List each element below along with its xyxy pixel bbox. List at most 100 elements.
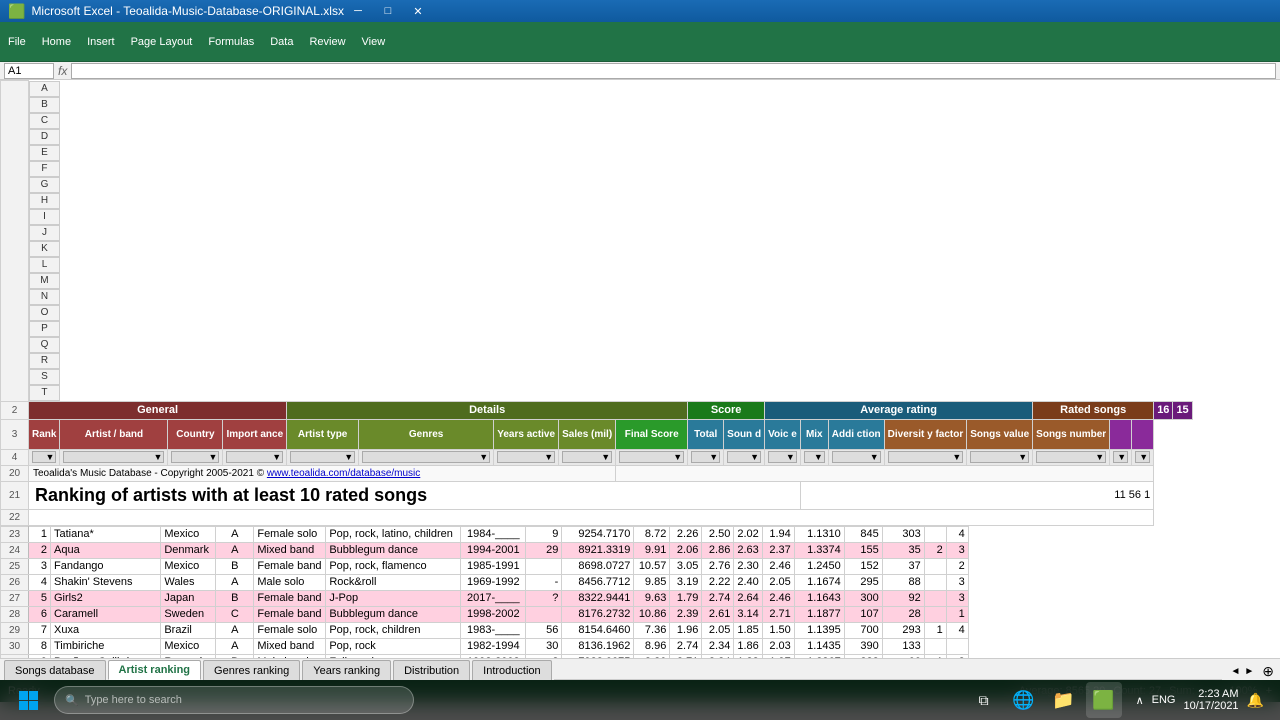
search-icon: 🔍 — [65, 694, 79, 707]
col-f[interactable]: F — [29, 161, 60, 177]
maximize-button[interactable]: □ — [374, 2, 402, 20]
col-p[interactable]: P — [29, 321, 60, 337]
col-h[interactable]: H — [29, 193, 60, 209]
cell: 37 — [882, 558, 924, 574]
filter-total[interactable]: ▼ — [688, 449, 724, 465]
close-button[interactable]: ✕ — [404, 2, 432, 20]
table-row: 297XuxaBrazilAFemale soloPop, rock, chil… — [1, 622, 969, 638]
ribbon-formulas[interactable]: Formulas — [208, 36, 254, 48]
taskbar-search[interactable]: 🔍 Type here to search — [54, 686, 414, 714]
cell: 1983-____ — [461, 622, 526, 638]
filter-add[interactable]: ▼ — [828, 449, 884, 465]
filter-voice[interactable]: ▼ — [765, 449, 801, 465]
ribbon-file[interactable]: File — [8, 36, 26, 48]
filter-type[interactable]: ▼ — [287, 449, 359, 465]
cell: 2 — [946, 558, 968, 574]
cell: 7933.0075 — [562, 654, 634, 658]
filter-num[interactable]: ▼ — [1033, 449, 1110, 465]
copyright-link[interactable]: www.teoalida.com/database/music — [267, 468, 420, 479]
filter-div[interactable]: ▼ — [884, 449, 967, 465]
filter-val[interactable]: ▼ — [967, 449, 1033, 465]
filter-sales[interactable]: ▼ — [559, 449, 616, 465]
sheet-tab-songs-database[interactable]: Songs database — [4, 660, 106, 680]
cell: 2.37 — [762, 542, 794, 558]
cell: 4 — [946, 622, 968, 638]
col-a[interactable]: A — [29, 81, 60, 97]
col-t[interactable]: T — [29, 385, 60, 401]
ribbon-data[interactable]: Data — [270, 36, 293, 48]
col-k[interactable]: K — [29, 241, 60, 257]
edge-icon[interactable]: 🌐 — [1006, 682, 1042, 718]
filter-score[interactable]: ▼ — [616, 449, 688, 465]
ribbon-view[interactable]: View — [362, 36, 386, 48]
excel-taskbar-icon[interactable]: 🟩 — [1086, 682, 1122, 718]
table-row: 264Shakin' StevensWalesAMale soloRock&ro… — [1, 574, 969, 590]
sheet-tab-genres-ranking[interactable]: Genres ranking — [203, 660, 300, 680]
cell: 9254.7170 — [562, 526, 634, 542]
tray-chevron[interactable]: ∧ — [1136, 694, 1144, 707]
tab-add[interactable]: ⊕ — [1262, 663, 1274, 680]
col-o[interactable]: O — [29, 305, 60, 321]
cell: Mexico — [161, 526, 216, 542]
filter-rank[interactable]: ▼ — [29, 449, 60, 465]
col-i[interactable]: I — [29, 209, 60, 225]
col-j[interactable]: J — [29, 225, 60, 241]
col-q[interactable]: Q — [29, 337, 60, 353]
row-20-num: 20 — [1, 465, 29, 481]
sheet-tab-distribution[interactable]: Distribution — [393, 660, 470, 680]
col-l[interactable]: L — [29, 257, 60, 273]
col-n[interactable]: N — [29, 289, 60, 305]
filter-s16[interactable]: ▼ — [1110, 449, 1132, 465]
rated-songs-header: Rated songs — [1033, 401, 1154, 419]
filter-country[interactable]: ▼ — [168, 449, 223, 465]
cell: Mexico — [161, 558, 216, 574]
ribbon-review[interactable]: Review — [309, 36, 345, 48]
col-c[interactable]: C — [29, 113, 60, 129]
sheet-tab-artist-ranking[interactable]: Artist ranking — [108, 660, 202, 680]
cell: 30 — [1, 638, 29, 654]
col-r[interactable]: R — [29, 353, 60, 369]
sheet-tab-introduction[interactable]: Introduction — [472, 660, 551, 680]
cell: Japan — [161, 590, 216, 606]
col-s[interactable]: S — [29, 369, 60, 385]
filter-s15[interactable]: ▼ — [1132, 449, 1154, 465]
cell-reference-box[interactable] — [4, 63, 54, 79]
explorer-icon[interactable]: 📁 — [1046, 682, 1082, 718]
cell: 8154.6460 — [562, 622, 634, 638]
title-bar: 🟩 Microsoft Excel - Teoalida-Music-Datab… — [0, 0, 1280, 22]
col-e[interactable]: E — [29, 145, 60, 161]
notification-btn[interactable]: 🔔 — [1247, 692, 1264, 709]
cell: Wales — [161, 574, 216, 590]
col-b[interactable]: B — [29, 97, 60, 113]
cell: 152 — [844, 558, 882, 574]
filter-artist[interactable]: ▼ — [60, 449, 168, 465]
cell: 9.91 — [634, 542, 670, 558]
ribbon-home[interactable]: Home — [42, 36, 71, 48]
filter-years[interactable]: ▼ — [494, 449, 559, 465]
filter-genres[interactable]: ▼ — [359, 449, 494, 465]
cell: 88 — [882, 574, 924, 590]
cell: Timbiriche — [51, 638, 161, 654]
cell: 2.74 — [702, 590, 734, 606]
cell: 2.61 — [702, 606, 734, 622]
col-m[interactable]: M — [29, 273, 60, 289]
sound-header: Soun d — [724, 419, 765, 449]
task-view-btn[interactable]: ⧉ — [966, 682, 1002, 718]
ribbon-page-layout[interactable]: Page Layout — [131, 36, 193, 48]
filter-mix[interactable]: ▼ — [800, 449, 828, 465]
cell: 7 — [29, 622, 51, 638]
cell: 1992-2003 — [461, 654, 526, 658]
col-g[interactable]: G — [29, 177, 60, 193]
filter-sound[interactable]: ▼ — [724, 449, 765, 465]
tab-scroll-left[interactable]: ◄ — [1230, 666, 1240, 677]
spreadsheet-area[interactable]: A B C D E F G H I J K L M N O P Q — [0, 80, 1280, 658]
tab-scroll-right[interactable]: ► — [1244, 666, 1254, 677]
sheet-tab-years-ranking[interactable]: Years ranking — [302, 660, 391, 680]
start-button[interactable] — [8, 680, 48, 720]
ribbon-insert[interactable]: Insert — [87, 36, 115, 48]
col-d[interactable]: D — [29, 129, 60, 145]
minimize-button[interactable]: ─ — [344, 2, 372, 20]
formula-input[interactable] — [71, 63, 1276, 79]
cell: Female solo — [254, 622, 326, 638]
filter-imp[interactable]: ▼ — [223, 449, 287, 465]
